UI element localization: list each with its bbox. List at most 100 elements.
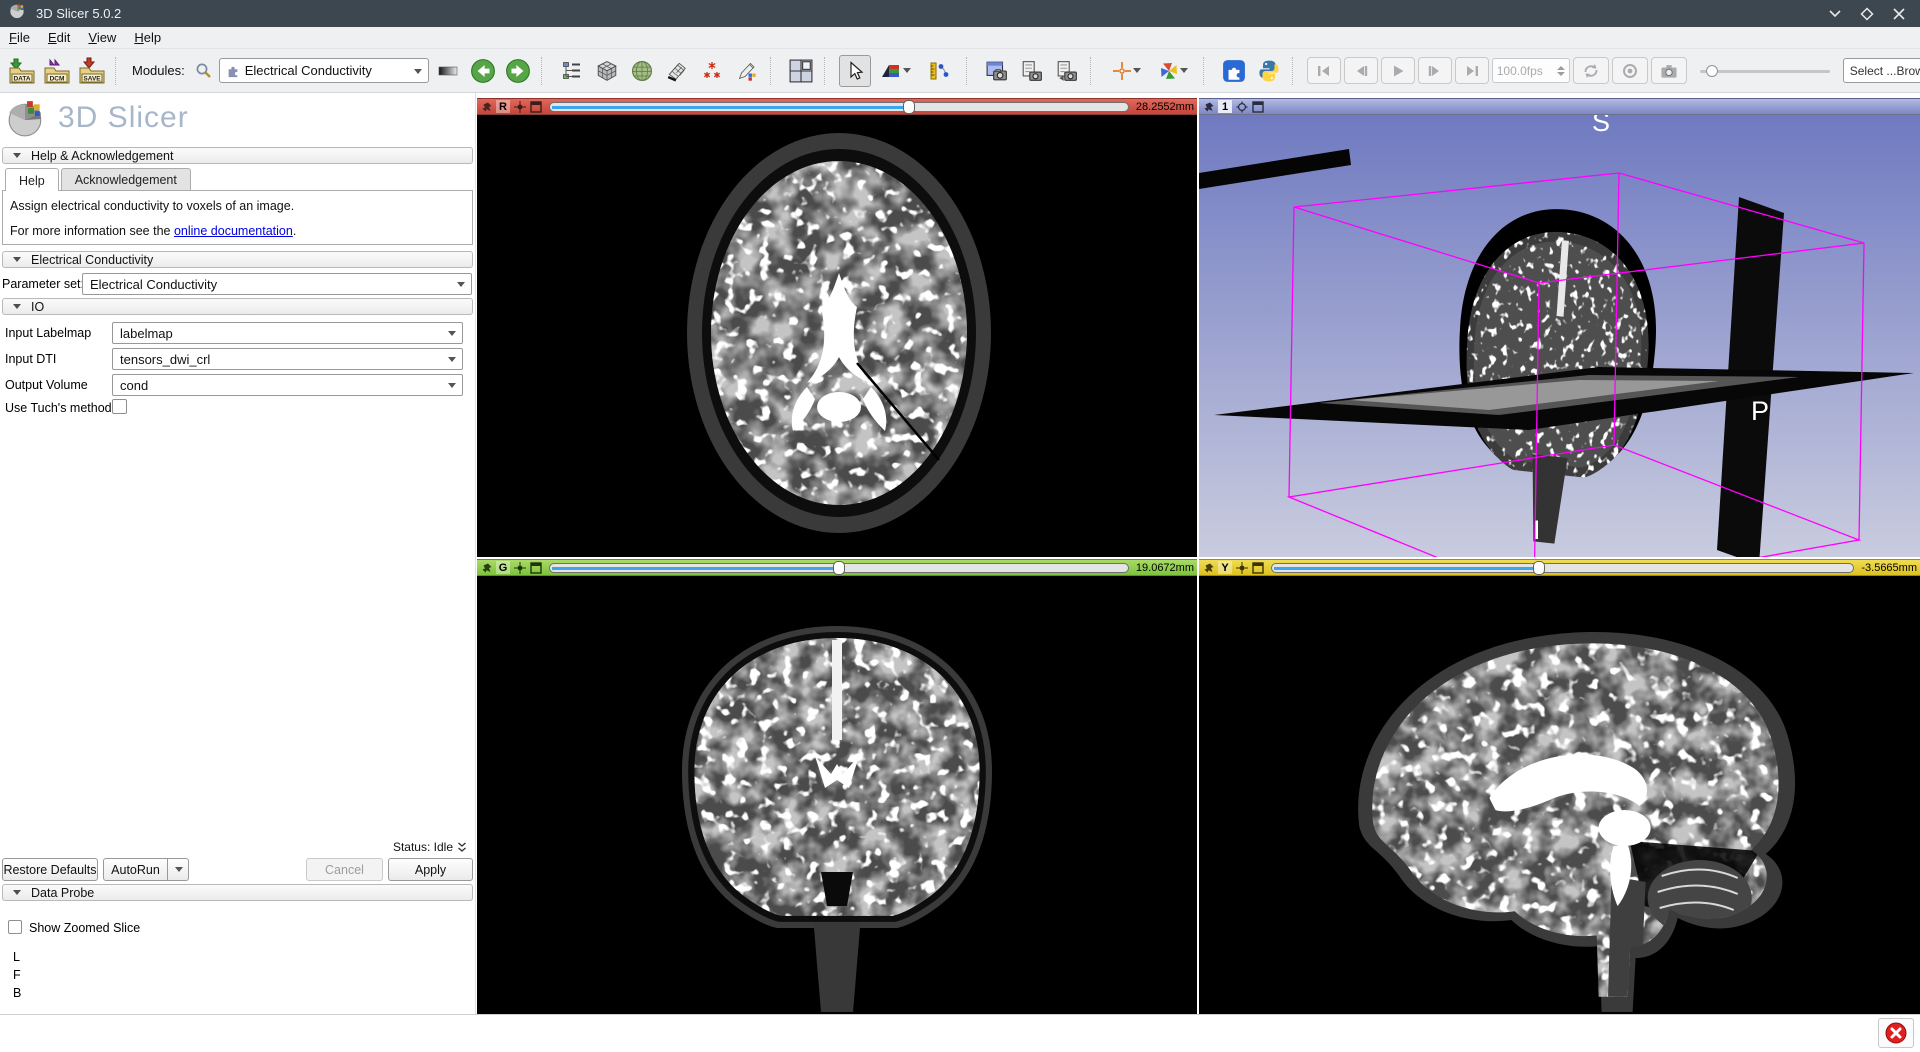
markups-ruler-icon [929,61,951,81]
show-zoomed-slice-checkbox[interactable] [8,920,22,934]
scene-view-restore-button[interactable] [1051,55,1083,87]
cancel-button[interactable]: Cancel [306,858,383,881]
markups-ruler-button[interactable] [921,55,959,87]
minimize-button[interactable] [1826,5,1844,23]
slider-handle[interactable] [833,561,845,575]
section-io[interactable]: IO [2,298,473,315]
fps-spinbox[interactable]: 100.0fps [1492,58,1570,83]
toolbar-separator [1203,57,1211,85]
autorun-button[interactable]: AutoRun [103,858,189,881]
arrow-forward-icon [505,58,531,84]
axis-label-posterior: P [1751,396,1769,426]
screenshot-button[interactable] [981,55,1013,87]
online-documentation-link[interactable]: online documentation [174,224,293,238]
pin-icon[interactable] [480,100,493,113]
pin-icon[interactable] [1202,100,1215,113]
subject-hierarchy-button[interactable] [556,55,588,87]
restore-defaults-button[interactable]: Restore Defaults [2,858,98,881]
use-tuch-checkbox[interactable] [112,399,127,414]
slider-handle[interactable] [1533,561,1545,575]
sequence-slider[interactable] [1700,61,1830,81]
sagittal-slice-image[interactable] [1199,576,1920,1014]
apply-button[interactable]: Apply [388,858,473,881]
seek-first-button[interactable] [1307,57,1341,84]
slice-menu-icon[interactable] [529,100,542,113]
module-back-button[interactable] [467,55,499,87]
section-help-acknowledgement[interactable]: Help & Acknowledgement [2,147,473,164]
parameter-set-selector[interactable]: Electrical Conductivity [82,273,472,295]
slice-visibility-icon[interactable] [1235,561,1248,574]
mouse-interaction-button[interactable] [839,55,871,87]
close-button[interactable] [1890,5,1908,23]
crosshair-button[interactable] [1105,55,1149,87]
double-chevron-down-icon[interactable] [457,842,467,853]
input-dti-selector[interactable]: tensors_dwi_crl [112,348,463,370]
menu-view[interactable]: View [79,28,125,47]
spin-view-icon[interactable] [1235,100,1248,113]
scene-view-add-button[interactable] [1016,55,1048,87]
step-forward-button[interactable] [1418,57,1452,84]
slider-handle[interactable] [1706,65,1718,77]
play-button[interactable] [1381,57,1415,84]
crosshair-icon [1112,61,1132,81]
module-history-button[interactable] [432,55,464,87]
menu-bar: File Edit View Help [0,27,1920,49]
record-button[interactable] [1612,57,1648,84]
tab-acknowledgement[interactable]: Acknowledgement [61,168,191,190]
menu-edit[interactable]: Edit [39,28,79,47]
layout-selector-button[interactable] [785,55,817,87]
view-menu-icon[interactable] [1251,100,1264,113]
tab-help[interactable]: Help [5,168,59,191]
module-selector[interactable]: Electrical Conductivity [219,58,429,83]
error-log-button[interactable] [1878,1018,1914,1048]
green-slice-slider[interactable] [549,561,1129,574]
load-dicom-icon: DCM [42,56,72,86]
error-log-icon [1885,1022,1907,1044]
sequence-browser-selector[interactable]: Select ...Browser [1843,58,1920,83]
pinwheel-button[interactable] [1152,55,1196,87]
module-panel: 3D Slicer Help & Acknowledgement Help Ac… [0,93,476,1014]
coronal-slice-image[interactable] [477,576,1197,1014]
volumes-module-button[interactable] [626,55,658,87]
toolbar-separator [1090,57,1098,85]
save-button[interactable]: SAVE [76,55,108,87]
menu-file[interactable]: File [0,28,39,47]
slice-menu-icon[interactable] [529,561,542,574]
step-backward-button[interactable] [1344,57,1378,84]
red-slice-slider[interactable] [549,100,1129,113]
transforms-module-button[interactable] [731,55,763,87]
data-module-button[interactable] [591,55,623,87]
maximize-button[interactable] [1858,5,1876,23]
loop-button[interactable] [1573,57,1609,84]
input-labelmap-selector[interactable]: labelmap [112,322,463,344]
chevron-down-icon [903,68,911,73]
search-icon [195,62,212,79]
seek-last-button[interactable] [1455,57,1489,84]
axial-slice-image[interactable] [477,115,1197,557]
pin-icon[interactable] [480,561,493,574]
pin-icon[interactable] [1202,561,1215,574]
snapshot-button[interactable] [1651,57,1687,84]
slice-visibility-icon[interactable] [513,561,526,574]
slider-handle[interactable] [903,100,915,114]
menu-help[interactable]: Help [125,28,170,47]
module-search-button[interactable] [192,55,216,87]
python-console-button[interactable] [1253,55,1285,87]
module-forward-button[interactable] [502,55,534,87]
section-electrical-conductivity[interactable]: Electrical Conductivity [2,251,473,268]
autorun-dropdown[interactable] [168,858,189,881]
section-data-probe[interactable]: Data Probe [2,884,473,901]
threeD-scene[interactable]: S P I [1199,115,1920,557]
annotations-module-button[interactable] [696,55,728,87]
section-title: Electrical Conductivity [31,253,153,267]
yellow-slice-slider[interactable] [1271,561,1854,574]
slice-menu-icon[interactable] [1251,561,1264,574]
slice-visibility-icon[interactable] [513,100,526,113]
extensions-manager-button[interactable] [1218,55,1250,87]
output-volume-selector[interactable]: cond [112,374,463,396]
load-dicom-button[interactable]: DCM [41,55,73,87]
chevron-down-icon [1180,68,1188,73]
load-data-button[interactable]: DATA [6,55,38,87]
models-module-button[interactable] [661,55,693,87]
window-level-button[interactable] [874,55,918,87]
